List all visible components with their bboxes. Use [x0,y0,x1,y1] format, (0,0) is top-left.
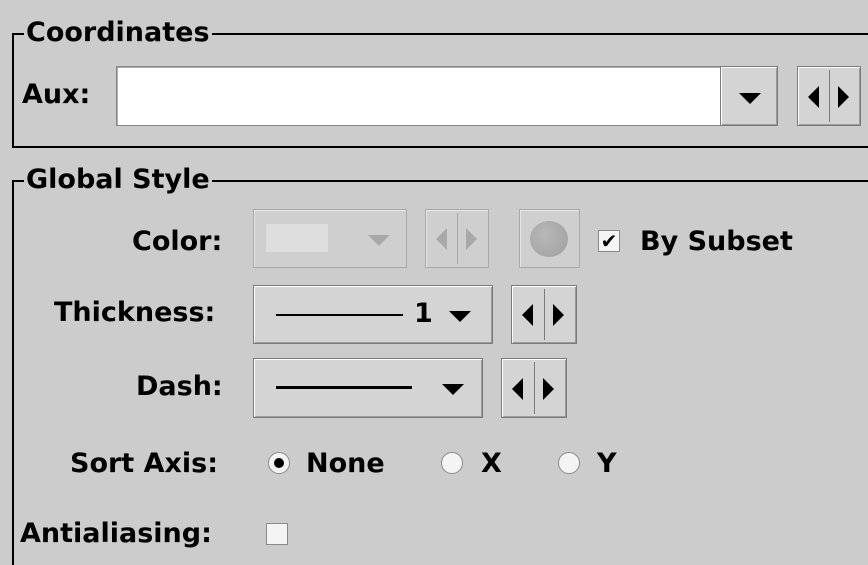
chevron-down-icon [368,235,390,246]
coordinates-title: Coordinates [24,17,212,48]
chevron-down-icon [449,311,471,322]
coordinates-border-left [12,33,14,148]
stepper-divider [829,70,830,122]
color-stepper[interactable] [425,209,489,268]
arrow-left-icon [808,86,819,108]
color-swatch [266,224,328,252]
thickness-value: 1 [414,298,433,329]
thickness-stepper[interactable] [511,285,577,344]
arrow-right-icon [838,86,849,108]
dash-line-sample [276,386,412,389]
sort-axis-y-label: Y [597,448,617,479]
antialiasing-checkbox[interactable] [266,523,288,545]
coordinates-border-bottom [12,146,868,148]
color-picker-button[interactable] [519,209,580,268]
stepper-divider [457,213,458,264]
color-selector[interactable] [253,209,407,268]
sort-axis-x-label: X [481,448,502,479]
thickness-label: Thickness: [54,297,216,328]
stepper-divider [534,362,535,414]
color-label: Color: [132,226,223,257]
arrow-right-icon [543,378,554,400]
sort-axis-label: Sort Axis: [70,448,219,479]
sort-axis-y-radio[interactable] [558,452,580,474]
sort-axis-none-radio[interactable] [268,452,290,474]
global-style-border-left [12,180,14,565]
by-subset-checkbox[interactable]: ✔ [598,230,620,252]
sort-axis-none-label: None [306,448,385,479]
thickness-line-sample [276,314,403,316]
sort-axis-x-radio[interactable] [441,452,463,474]
color-circle-icon [530,221,568,257]
dash-selector[interactable] [253,358,483,418]
stepper-divider [544,289,545,340]
arrow-left-icon [512,378,523,400]
chevron-down-icon [739,93,761,104]
by-subset-label: By Subset [640,226,793,257]
aux-input[interactable] [116,66,722,126]
dash-stepper[interactable] [501,358,567,418]
aux-dropdown-button[interactable] [720,66,778,126]
arrow-right-icon [553,304,564,326]
chevron-down-icon [442,384,464,395]
dash-label: Dash: [136,371,223,402]
global-style-title: Global Style [24,164,212,195]
arrow-left-icon [436,228,447,250]
arrow-left-icon [522,304,533,326]
antialiasing-label: Antialiasing: [20,518,212,549]
arrow-right-icon [466,228,477,250]
thickness-selector[interactable]: 1 [253,285,493,344]
aux-stepper[interactable] [797,66,861,126]
aux-label: Aux: [22,79,91,110]
